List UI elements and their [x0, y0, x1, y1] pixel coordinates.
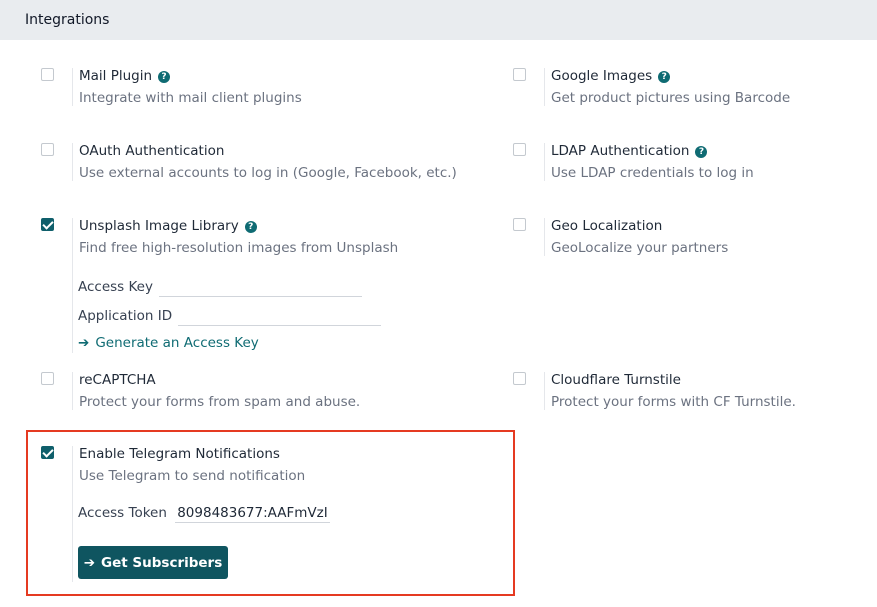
- checkmark-icon: [42, 446, 54, 458]
- access-key-row: Access Key: [78, 277, 363, 297]
- google-images-body: Google Images? Get product pictures usin…: [544, 68, 790, 106]
- cloudflare-turnstile-description: Protect your forms with CF Turnstile.: [551, 394, 796, 410]
- get-subscribers-label: Get Subscribers: [101, 554, 223, 571]
- access-token-row: Access Token: [78, 503, 331, 523]
- google-images-title: Google Images?: [551, 68, 790, 84]
- telegram-notifications-checkbox[interactable]: [41, 446, 54, 459]
- mail-plugin-title: Mail Plugin?: [79, 68, 302, 84]
- section-header: Integrations: [0, 0, 877, 40]
- oauth-title: OAuth Authentication: [79, 143, 225, 159]
- cloudflare-turnstile-title: Cloudflare Turnstile: [551, 372, 681, 388]
- recaptcha-checkbox[interactable]: [41, 372, 54, 385]
- geo-localization-title: Geo Localization: [551, 218, 663, 234]
- question-circle-icon[interactable]: ?: [158, 71, 171, 83]
- mail-plugin-checkbox[interactable]: [41, 68, 54, 81]
- cloudflare-turnstile-checkbox[interactable]: [513, 372, 526, 385]
- access-token-label: Access Token: [78, 505, 167, 521]
- question-circle-icon[interactable]: ?: [244, 221, 257, 233]
- generate-access-key-link[interactable]: ➔ Generate an Access Key: [78, 335, 259, 351]
- telegram-notifications-description: Use Telegram to send notification: [79, 468, 306, 484]
- cloudflare-turnstile-body: Cloudflare Turnstile Protect your forms …: [544, 372, 796, 410]
- mail-plugin-description: Integrate with mail client plugins: [79, 90, 302, 106]
- ldap-body: LDAP Authentication? Use LDAP credential…: [544, 143, 754, 181]
- geo-localization-description: GeoLocalize your partners: [551, 240, 729, 256]
- oauth-checkbox[interactable]: [41, 143, 54, 156]
- arrow-right-icon: ➔: [83, 554, 96, 571]
- checkmark-icon: [42, 218, 54, 230]
- access-key-input[interactable]: [159, 277, 363, 297]
- recaptcha-title: reCAPTCHA: [79, 372, 156, 388]
- access-token-input[interactable]: [175, 503, 331, 523]
- question-circle-icon[interactable]: ?: [658, 71, 671, 83]
- application-id-label: Application ID: [78, 308, 173, 324]
- geo-localization-checkbox[interactable]: [513, 218, 526, 231]
- arrow-right-icon: ➔: [78, 335, 90, 351]
- unsplash-title: Unsplash Image Library?: [79, 218, 398, 234]
- geo-localization-body: Geo Localization GeoLocalize your partne…: [544, 218, 728, 256]
- application-id-row: Application ID: [78, 306, 382, 326]
- access-key-label: Access Key: [78, 279, 153, 295]
- generate-access-key-label: Generate an Access Key: [95, 335, 259, 351]
- oauth-description: Use external accounts to log in (Google,…: [79, 165, 457, 181]
- unsplash-checkbox[interactable]: [41, 218, 54, 231]
- recaptcha-description: Protect your forms from spam and abuse.: [79, 394, 361, 410]
- unsplash-description: Find free high-resolution images from Un…: [79, 240, 399, 256]
- telegram-notifications-title: Enable Telegram Notifications: [79, 446, 280, 462]
- ldap-checkbox[interactable]: [513, 143, 526, 156]
- get-subscribers-button[interactable]: ➔ Get Subscribers: [78, 546, 228, 579]
- application-id-input[interactable]: [178, 306, 382, 326]
- oauth-body: OAuth Authentication Use external accoun…: [72, 143, 457, 181]
- google-images-description: Get product pictures using Barcode: [551, 90, 791, 106]
- ldap-description: Use LDAP credentials to log in: [551, 165, 754, 181]
- google-images-checkbox[interactable]: [513, 68, 526, 81]
- question-circle-icon[interactable]: ?: [695, 146, 708, 158]
- section-title: Integrations: [25, 12, 110, 28]
- ldap-title: LDAP Authentication?: [551, 143, 754, 159]
- mail-plugin-body: Mail Plugin? Integrate with mail client …: [72, 68, 302, 106]
- recaptcha-body: reCAPTCHA Protect your forms from spam a…: [72, 372, 360, 410]
